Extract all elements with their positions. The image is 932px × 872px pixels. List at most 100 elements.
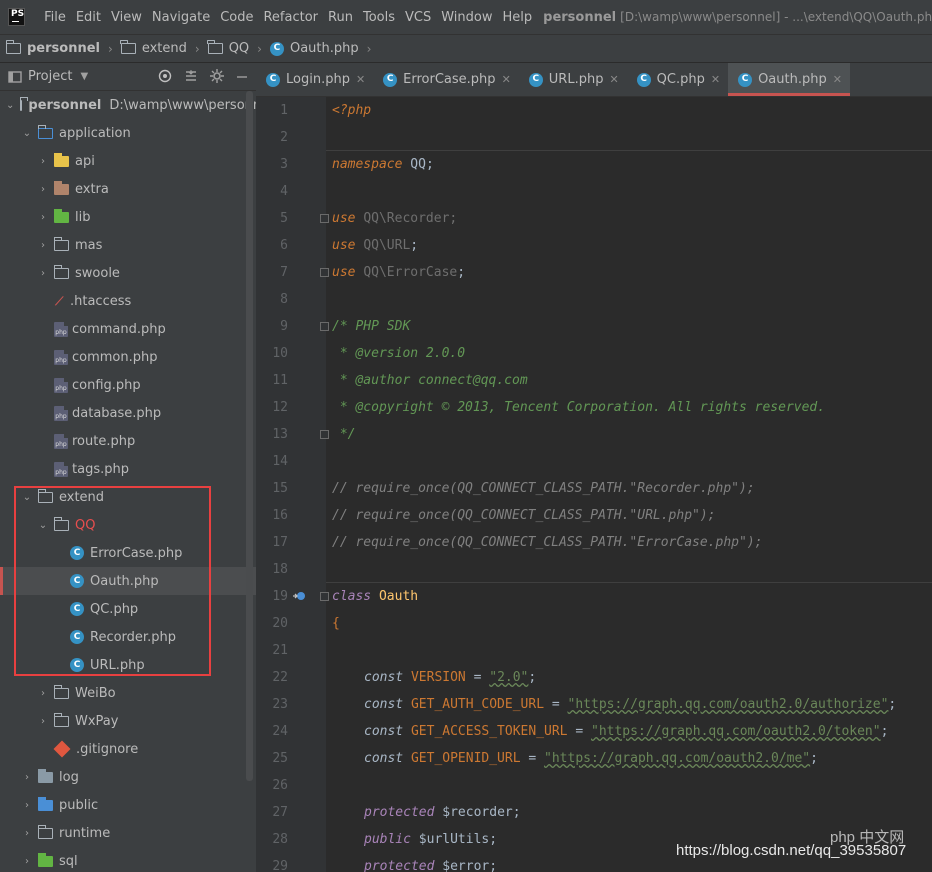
tree-item-oauth[interactable]: C Oauth.php <box>0 567 256 595</box>
minimize-icon[interactable] <box>236 69 248 83</box>
php-file-icon: php <box>54 321 68 337</box>
tree-item-swoole[interactable]: › swoole <box>0 259 256 287</box>
chevron-right-icon[interactable]: › <box>22 772 32 783</box>
tree-item-url[interactable]: C URL.php <box>0 651 256 679</box>
menu-tools[interactable]: Tools <box>358 10 400 25</box>
tree-item-command[interactable]: php command.php <box>0 315 256 343</box>
menu-vcs[interactable]: VCS <box>400 10 436 25</box>
menu-run[interactable]: Run <box>323 10 358 25</box>
tree-item-qq[interactable]: ⌄ QQ <box>0 511 256 539</box>
chevron-down-icon[interactable]: ⌄ <box>22 128 32 139</box>
gear-icon[interactable] <box>210 69 224 83</box>
line-number: 2 <box>280 130 288 145</box>
sidebar-scrollbar[interactable] <box>246 91 253 781</box>
menu-window[interactable]: Window <box>436 10 497 25</box>
chevron-right-icon[interactable]: › <box>38 716 48 727</box>
tree-item-lib[interactable]: › lib <box>0 203 256 231</box>
chevron-down-icon[interactable]: ⌄ <box>22 492 32 503</box>
line-number: 24 <box>272 724 288 739</box>
folder-icon <box>53 264 69 279</box>
line-number: 9 <box>280 319 288 334</box>
tree-item-htaccess[interactable]: / .htaccess <box>0 287 256 315</box>
breadcrumb-item-extend[interactable]: extend <box>120 40 187 56</box>
tree-item-gitignore[interactable]: .gitignore <box>0 735 256 763</box>
chevron-right-icon[interactable]: › <box>38 240 48 251</box>
fold-marker-icon[interactable] <box>320 268 329 277</box>
tree-item-log[interactable]: › log <box>0 763 256 791</box>
chevron-right-icon[interactable]: › <box>38 212 48 223</box>
tree-item-runtime[interactable]: › runtime <box>0 819 256 847</box>
fold-marker-icon[interactable] <box>320 214 329 223</box>
line-number: 22 <box>272 670 288 685</box>
tree-item-common[interactable]: php common.php <box>0 343 256 371</box>
chevron-right-icon[interactable]: › <box>22 800 32 811</box>
menu-file[interactable]: File <box>39 10 71 25</box>
implemented-marker-icon[interactable] <box>292 589 306 603</box>
tab-url[interactable]: C URL.php ✕ <box>519 63 627 96</box>
chevron-right-icon[interactable]: › <box>38 184 48 195</box>
menu-edit[interactable]: Edit <box>71 10 106 25</box>
chevron-down-icon[interactable]: ⌄ <box>38 520 48 531</box>
operator: = <box>520 751 545 766</box>
tree-item-database[interactable]: php database.php <box>0 399 256 427</box>
close-icon[interactable]: ✕ <box>502 73 511 86</box>
chevron-right-icon[interactable]: › <box>22 828 32 839</box>
line-number: 26 <box>272 778 288 793</box>
folder-icon <box>53 712 69 727</box>
fold-marker-icon[interactable] <box>320 592 329 601</box>
tree-item-qc[interactable]: C QC.php <box>0 595 256 623</box>
breadcrumb-item-oauth[interactable]: C Oauth.php <box>269 41 359 56</box>
tab-login[interactable]: C Login.php ✕ <box>256 63 373 96</box>
chevron-down-icon[interactable]: ⌄ <box>6 100 14 111</box>
chevron-down-icon[interactable]: ▼ <box>80 71 88 82</box>
tree-item-route[interactable]: php route.php <box>0 427 256 455</box>
php-class-icon: C <box>70 546 84 560</box>
project-panel-title[interactable]: Project <box>28 69 72 84</box>
keyword: const <box>364 670 404 685</box>
tree-item-label: lib <box>75 209 91 225</box>
tree-item-application[interactable]: ⌄ application <box>0 119 256 147</box>
tree-item-errorcase[interactable]: C ErrorCase.php <box>0 539 256 567</box>
chevron-right-icon[interactable]: › <box>38 688 48 699</box>
fold-marker-icon[interactable] <box>320 322 329 331</box>
fold-marker-icon[interactable] <box>320 430 329 439</box>
collapse-all-icon[interactable] <box>184 69 198 83</box>
project-tree: ⌄ personnel D:\wamp\www\personnel ⌄ appl… <box>0 91 256 872</box>
close-icon[interactable]: ✕ <box>609 73 618 86</box>
chevron-right-icon[interactable]: › <box>22 856 32 867</box>
tree-item-label: tags.php <box>72 461 129 477</box>
line-number: 14 <box>272 454 288 469</box>
menu-refactor[interactable]: Refactor <box>258 10 323 25</box>
tree-item-extra[interactable]: › extra <box>0 175 256 203</box>
doc-comment-line: * @author connect@qq.com <box>332 373 528 388</box>
tree-item-root[interactable]: ⌄ personnel D:\wamp\www\personnel <box>0 91 256 119</box>
tree-item-recorder[interactable]: C Recorder.php <box>0 623 256 651</box>
close-icon[interactable]: ✕ <box>711 73 720 86</box>
tree-item-weibo[interactable]: › WeiBo <box>0 679 256 707</box>
tree-item-config[interactable]: php config.php <box>0 371 256 399</box>
tree-item-extend[interactable]: ⌄ extend <box>0 483 256 511</box>
tree-item-wxpay[interactable]: › WxPay <box>0 707 256 735</box>
menu-navigate[interactable]: Navigate <box>147 10 215 25</box>
close-icon[interactable]: ✕ <box>356 73 365 86</box>
locate-icon[interactable] <box>158 69 172 83</box>
tree-item-tags[interactable]: php tags.php <box>0 455 256 483</box>
line-number: 11 <box>272 373 288 388</box>
punct: ; <box>888 697 897 712</box>
menu-code[interactable]: Code <box>215 10 258 25</box>
breadcrumb-item-qq[interactable]: QQ <box>207 40 249 56</box>
tree-item-mas[interactable]: › mas <box>0 231 256 259</box>
chevron-right-icon[interactable]: › <box>38 156 48 167</box>
chevron-right-icon[interactable]: › <box>38 268 48 279</box>
breadcrumb-item-personnel[interactable]: personnel <box>5 40 100 56</box>
tab-oauth[interactable]: C Oauth.php ✕ <box>728 63 850 96</box>
tab-qc[interactable]: C QC.php ✕ <box>627 63 728 96</box>
close-icon[interactable]: ✕ <box>833 73 842 86</box>
tab-errorcase[interactable]: C ErrorCase.php ✕ <box>373 63 519 96</box>
property-name: $error <box>442 859 490 872</box>
menu-view[interactable]: View <box>106 10 147 25</box>
tree-item-sql[interactable]: › sql <box>0 847 256 872</box>
tree-item-public[interactable]: › public <box>0 791 256 819</box>
tree-item-api[interactable]: › api <box>0 147 256 175</box>
menu-help[interactable]: Help <box>498 10 538 25</box>
